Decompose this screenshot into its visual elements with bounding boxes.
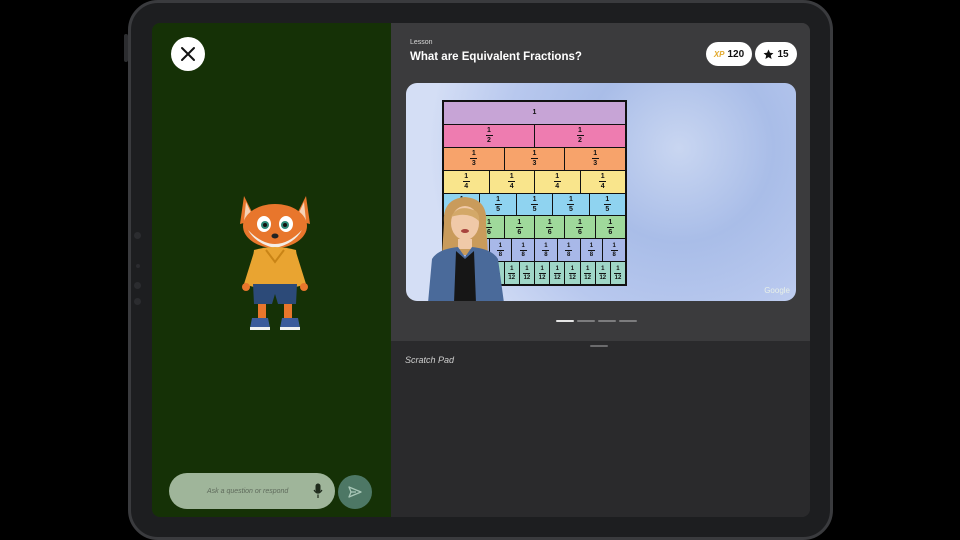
xp-value: 120 — [727, 48, 745, 60]
fraction-label: 112 — [553, 265, 561, 281]
fraction-label: 16 — [515, 218, 523, 236]
fraction-label: 1 — [532, 109, 537, 117]
fraction-cell: 18 — [535, 239, 557, 262]
fraction-cell: 14 — [535, 170, 580, 193]
send-button[interactable] — [338, 475, 372, 509]
fraction-cell: 112 — [535, 262, 550, 284]
scratch-pad-handle[interactable] — [590, 345, 608, 347]
lesson-label: Lesson — [410, 39, 433, 46]
fraction-label: 12 — [485, 127, 493, 145]
fraction-cell: 18 — [557, 239, 580, 262]
send-icon — [348, 486, 362, 498]
fraction-label: 112 — [538, 265, 546, 281]
close-icon — [181, 47, 195, 61]
microphone-icon[interactable] — [313, 483, 323, 499]
fraction-label: 16 — [606, 218, 614, 236]
fraction-label: 12 — [576, 127, 584, 145]
fraction-cell: 112 — [595, 262, 610, 284]
fraction-label: 112 — [584, 265, 592, 281]
xp-badge: XP 120 — [706, 42, 752, 66]
fraction-row: 14 14 14 14 — [444, 170, 625, 193]
star-icon — [763, 49, 774, 59]
carousel-indicator[interactable] — [556, 320, 637, 322]
fraction-cell: 14 — [444, 170, 489, 193]
fraction-row: 12 12 — [444, 124, 625, 147]
fraction-label: 14 — [508, 173, 516, 191]
close-button[interactable] — [171, 37, 205, 71]
fraction-cell: 112 — [519, 262, 535, 284]
fraction-label: 18 — [542, 242, 550, 258]
fraction-label: 18 — [587, 242, 595, 258]
fraction-cell: 13 — [565, 147, 626, 170]
fraction-cell: 112 — [550, 262, 565, 284]
chat-input-placeholder: Ask a question or respond — [207, 487, 289, 495]
fraction-cell: 112 — [565, 262, 580, 284]
fraction-label: 15 — [567, 195, 575, 213]
fraction-row: 13 13 13 — [444, 147, 626, 170]
fraction-label: 13 — [470, 150, 478, 168]
fraction-cell: 18 — [603, 239, 625, 262]
fraction-cell: 12 — [535, 124, 625, 147]
fraction-label: 18 — [610, 242, 618, 258]
fraction-label: 112 — [568, 265, 576, 281]
tablet-camera-3 — [134, 298, 141, 305]
fraction-label: 18 — [519, 242, 527, 258]
fraction-label: 13 — [531, 150, 538, 168]
fraction-label: 14 — [462, 173, 470, 191]
carousel-dot[interactable] — [619, 320, 637, 322]
fraction-label: 112 — [614, 265, 622, 281]
carousel-dot[interactable] — [556, 320, 574, 322]
stars-value: 15 — [777, 48, 789, 60]
tutor-panel: Ask a question or respond — [152, 23, 391, 517]
tablet-camera — [134, 232, 141, 239]
fox-avatar — [240, 196, 310, 330]
fraction-label: 112 — [523, 265, 531, 281]
fraction-label: 15 — [531, 195, 539, 213]
scratch-pad[interactable]: Scratch Pad — [391, 341, 810, 517]
fraction-cell: 18 — [512, 239, 534, 262]
fraction-cell: 16 — [595, 216, 625, 239]
fraction-cell: 1 — [444, 102, 625, 124]
fraction-cell: 18 — [580, 239, 603, 262]
carousel-dot[interactable] — [577, 320, 595, 322]
fraction-cell: 13 — [444, 147, 504, 170]
lesson-title: What are Equivalent Fractions? — [410, 51, 582, 63]
fraction-cell: 112 — [580, 262, 595, 284]
fraction-label: 16 — [546, 218, 554, 236]
fraction-cell: 15 — [516, 193, 553, 216]
fraction-cell: 12 — [444, 124, 534, 147]
video-watermark: Google — [764, 286, 790, 295]
carousel-dot[interactable] — [598, 320, 616, 322]
fraction-label: 13 — [591, 150, 599, 168]
fraction-label: 18 — [565, 242, 573, 258]
app-screen: Ask a question or respond Lesson What ar… — [152, 23, 810, 517]
tablet-sensor — [136, 264, 140, 268]
tablet-camera-2 — [134, 282, 141, 289]
fraction-label: 15 — [603, 195, 611, 213]
fraction-row: 1 — [444, 102, 625, 124]
fraction-cell: 14 — [580, 170, 625, 193]
stars-badge: 15 — [755, 42, 797, 66]
fraction-label: 16 — [576, 218, 584, 236]
fraction-cell: 15 — [553, 193, 589, 216]
fraction-label: 14 — [599, 173, 607, 191]
fraction-cell: 16 — [534, 216, 565, 239]
fraction-label: 14 — [553, 173, 561, 191]
scratch-pad-label: Scratch Pad — [405, 355, 455, 365]
fraction-cell: 13 — [504, 147, 565, 170]
xp-icon: XP — [713, 49, 725, 59]
lesson-video[interactable]: 1121213131314141414151515151516161616161… — [406, 83, 796, 301]
teacher-figure — [428, 197, 504, 301]
lesson-panel: Lesson What are Equivalent Fractions? XP… — [391, 23, 810, 341]
fraction-cell: 14 — [489, 170, 534, 193]
fraction-label: 112 — [599, 265, 607, 281]
fraction-cell: 16 — [565, 216, 595, 239]
chat-input[interactable]: Ask a question or respond — [169, 473, 335, 509]
fraction-cell: 15 — [589, 193, 626, 216]
fraction-cell: 112 — [610, 262, 626, 284]
tablet-button — [124, 34, 128, 62]
